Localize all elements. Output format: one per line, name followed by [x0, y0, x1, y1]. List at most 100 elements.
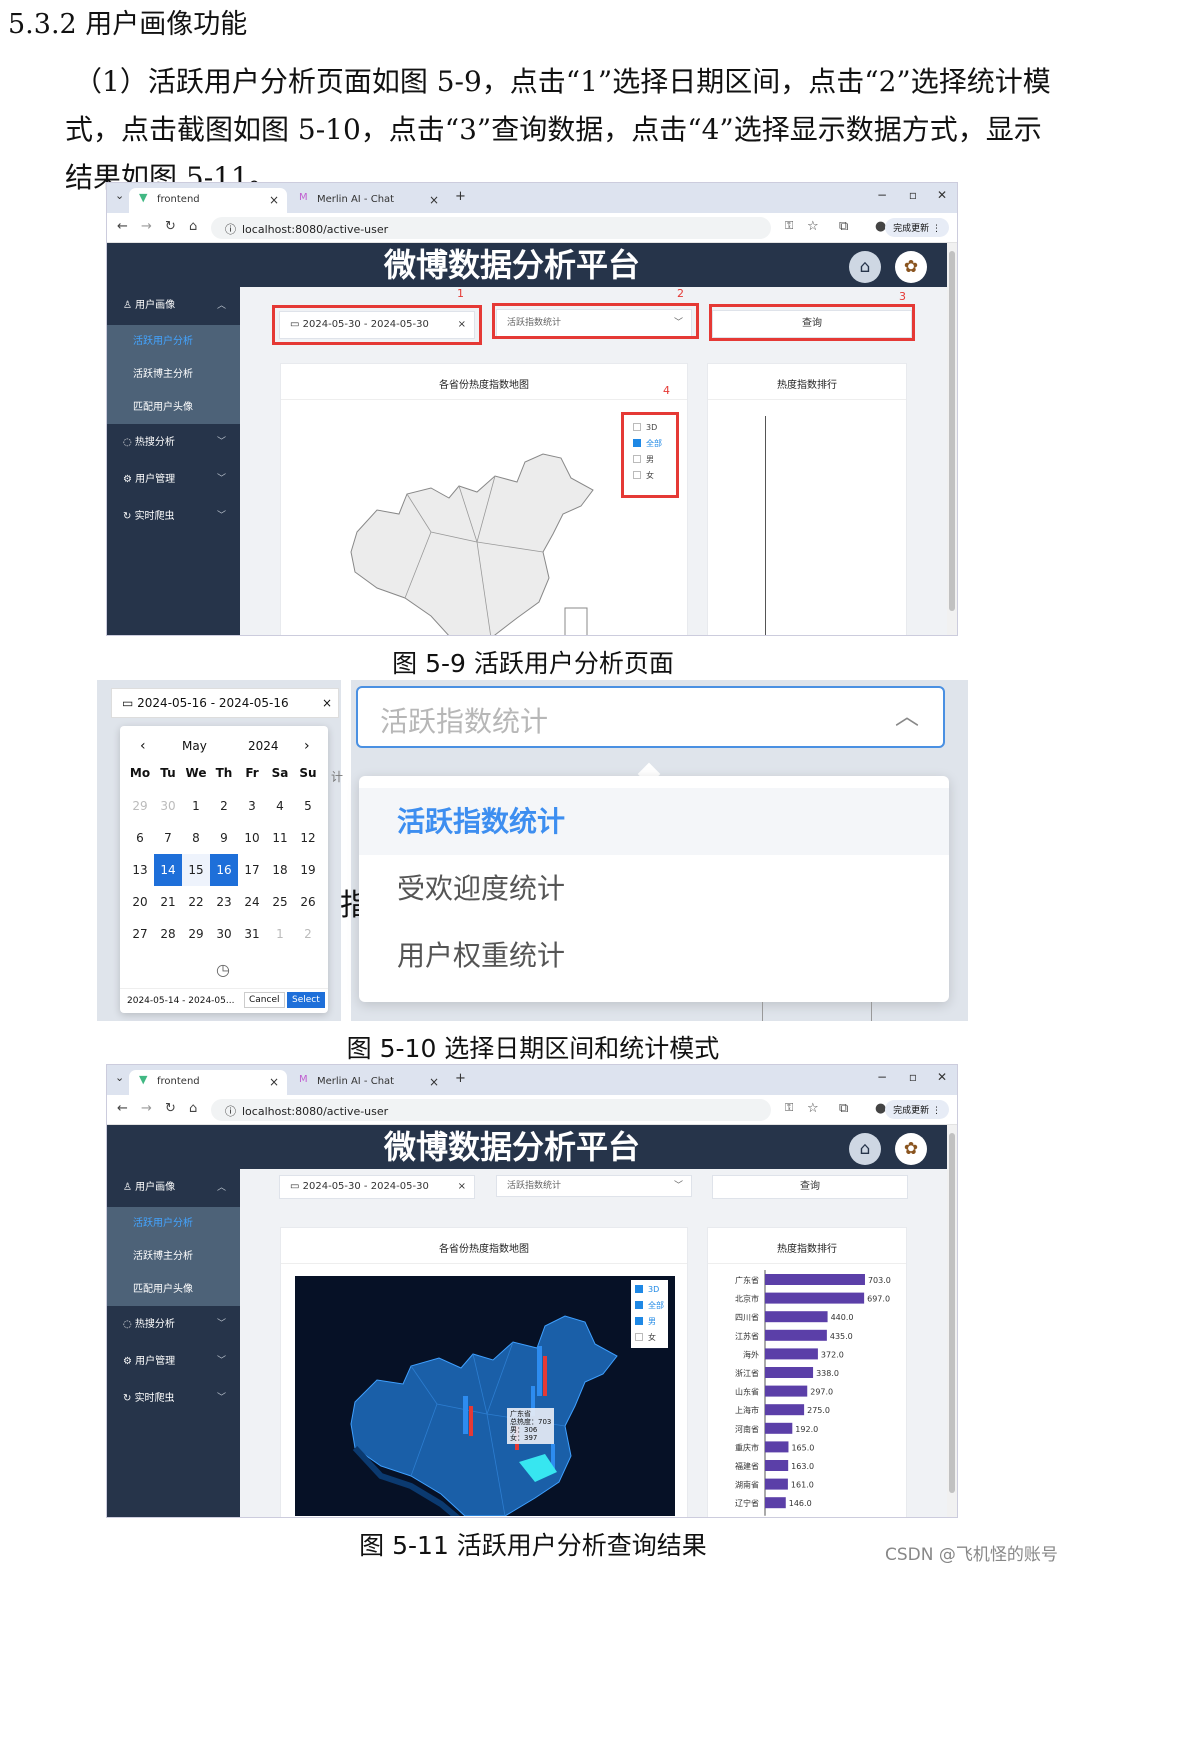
calendar-year[interactable]: 2024 — [248, 739, 279, 753]
clear-icon[interactable]: × — [322, 696, 332, 710]
calendar-day[interactable]: 29 — [126, 790, 154, 822]
submenu-match-avatar[interactable]: 匹配用户头像 — [107, 1273, 240, 1306]
checkbox[interactable] — [633, 439, 641, 447]
rank-bar[interactable] — [765, 1460, 789, 1471]
rank-bar[interactable] — [765, 1329, 827, 1341]
tab-list-chevron-icon[interactable]: ⌄ — [115, 1071, 124, 1084]
mode-select[interactable]: 活跃指数统计 ﹀ — [496, 1175, 692, 1197]
rank-bar[interactable] — [765, 1404, 805, 1416]
calendar-day[interactable]: 30 — [154, 790, 182, 822]
home-button[interactable]: ⌂ — [849, 251, 881, 283]
calendar-day[interactable]: 1 — [266, 918, 294, 950]
user-avatar[interactable]: ✿ — [895, 1133, 927, 1165]
reload-icon[interactable]: ↻ — [165, 219, 176, 234]
update-button[interactable]: 完成更新 ⋮ — [885, 1100, 949, 1119]
calendar-day[interactable]: 20 — [126, 886, 154, 918]
stat-mode-dropdown[interactable]: 活跃指数统计 ︿ — [356, 686, 945, 748]
update-button[interactable]: 完成更新 ⋮ — [885, 218, 949, 237]
new-tab-button[interactable]: + — [455, 189, 466, 204]
calendar-day[interactable]: 3 — [238, 790, 266, 822]
calendar-day[interactable]: 6 — [126, 822, 154, 854]
rank-bar[interactable] — [765, 1385, 808, 1397]
clear-icon[interactable]: × — [458, 1176, 466, 1198]
rank-bar[interactable] — [765, 1367, 814, 1378]
menu-hot-search[interactable]: ◌ 热搜分析 ﹀ — [107, 424, 240, 461]
menu-user-management[interactable]: ⚙ 用户管理 ﹀ — [107, 1343, 240, 1380]
bookmark-star-icon[interactable]: ☆ — [807, 219, 819, 234]
calendar-day-range-end[interactable]: 16 — [210, 854, 238, 886]
calendar-day[interactable]: 1 — [182, 790, 210, 822]
date-picker-input[interactable]: ▭ 2024-05-16 - 2024-05-16 × — [111, 688, 339, 718]
legend-female[interactable]: 女 — [633, 468, 662, 484]
submenu-active-user[interactable]: 活跃用户分析 — [107, 1207, 240, 1240]
user-avatar[interactable]: ✿ — [895, 251, 927, 283]
scrollbar[interactable] — [947, 243, 957, 635]
maximize-button[interactable]: ▫ — [909, 188, 917, 202]
password-key-icon[interactable]: ⚿ — [785, 219, 793, 233]
calendar-day[interactable]: 28 — [154, 918, 182, 950]
calendar-day[interactable]: 27 — [126, 918, 154, 950]
close-tab-icon[interactable]: × — [429, 193, 439, 207]
legend-all[interactable]: 全部 — [635, 1298, 664, 1314]
calendar-day[interactable]: 9 — [210, 822, 238, 854]
legend-male[interactable]: 男 — [635, 1314, 664, 1330]
select-button[interactable]: Select — [287, 992, 325, 1008]
close-window-button[interactable]: ✕ — [937, 1070, 947, 1084]
rank-bar[interactable] — [765, 1311, 828, 1323]
calendar-month[interactable]: May — [182, 739, 207, 753]
home-icon[interactable]: ⌂ — [189, 1101, 197, 1116]
checkbox[interactable] — [633, 455, 641, 463]
calendar-day[interactable]: 2 — [294, 918, 322, 950]
minimize-button[interactable]: − — [877, 1070, 887, 1084]
rank-bar[interactable] — [765, 1478, 788, 1490]
password-key-icon[interactable]: ⚿ — [785, 1101, 793, 1115]
close-window-button[interactable]: ✕ — [937, 188, 947, 202]
legend-3d[interactable]: 3D — [635, 1282, 664, 1298]
checkbox[interactable] — [635, 1301, 643, 1309]
minimize-button[interactable]: − — [877, 188, 887, 202]
calendar-day-range-start[interactable]: 14 — [154, 854, 182, 886]
site-info-icon[interactable]: ⓘ — [225, 223, 236, 236]
menu-user-management[interactable]: ⚙ 用户管理 ﹀ — [107, 461, 240, 498]
submenu-active-blogger[interactable]: 活跃博主分析 — [107, 1240, 240, 1273]
home-icon[interactable]: ⌂ — [189, 219, 197, 234]
cancel-button[interactable]: Cancel — [244, 992, 285, 1008]
option-active-index[interactable]: 活跃指数统计 — [359, 788, 949, 855]
submenu-active-blogger[interactable]: 活跃博主分析 — [107, 358, 240, 391]
calendar-day[interactable]: 30 — [210, 918, 238, 950]
option-user-weight[interactable]: 用户权重统计 — [359, 922, 949, 989]
calendar-day[interactable]: 24 — [238, 886, 266, 918]
calendar-day-in-range[interactable]: 15 — [182, 854, 210, 886]
submenu-match-avatar[interactable]: 匹配用户头像 — [107, 391, 240, 424]
scrollbar[interactable] — [947, 1125, 957, 1517]
calendar-day[interactable]: 13 — [126, 854, 154, 886]
browser-tab-merlin[interactable]: M Merlin AI - Chat × — [289, 1070, 447, 1095]
prev-month-icon[interactable]: ‹ — [140, 738, 146, 754]
menu-user-portrait[interactable]: ♙ 用户画像 ︿ — [107, 287, 240, 325]
extensions-icon[interactable]: ⧉ — [839, 1101, 848, 1116]
clock-icon[interactable]: ◷ — [216, 960, 230, 979]
calendar-day[interactable]: 19 — [294, 854, 322, 886]
rank-bar[interactable] — [765, 1348, 818, 1360]
option-popularity[interactable]: 受欢迎度统计 — [359, 855, 949, 922]
calendar-day[interactable]: 25 — [266, 886, 294, 918]
checkbox[interactable] — [635, 1333, 643, 1341]
calendar-day[interactable]: 4 — [266, 790, 294, 822]
close-tab-icon[interactable]: × — [269, 193, 279, 207]
checkbox[interactable] — [635, 1285, 643, 1293]
calendar-day[interactable]: 17 — [238, 854, 266, 886]
legend-all[interactable]: 全部 — [633, 436, 662, 452]
site-info-icon[interactable]: ⓘ — [225, 1105, 236, 1118]
menu-realtime-crawler[interactable]: ↻ 实时爬虫 ﹀ — [107, 1380, 240, 1417]
url-field[interactable]: ⓘ localhost:8080/active-user — [211, 1099, 771, 1121]
rank-bar[interactable] — [765, 1274, 865, 1285]
close-tab-icon[interactable]: × — [429, 1075, 439, 1089]
calendar-day[interactable]: 2 — [210, 790, 238, 822]
calendar-day[interactable]: 8 — [182, 822, 210, 854]
next-month-icon[interactable]: › — [304, 738, 310, 754]
browser-tab-merlin[interactable]: M Merlin AI - Chat × — [289, 188, 447, 213]
calendar-day[interactable]: 29 — [182, 918, 210, 950]
query-button[interactable]: 查询 — [712, 1175, 908, 1199]
url-field[interactable]: ⓘ localhost:8080/active-user — [211, 217, 771, 239]
legend-female[interactable]: 女 — [635, 1330, 664, 1346]
